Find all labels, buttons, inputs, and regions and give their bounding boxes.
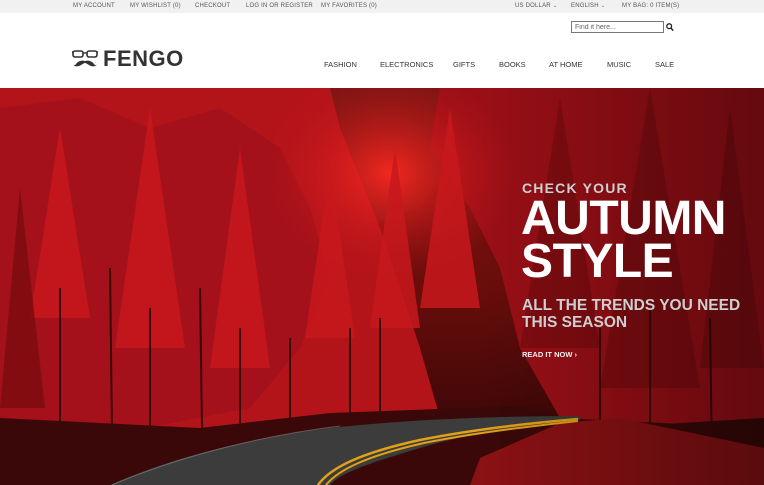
search-icon[interactable] [666,22,674,32]
nav-item-books[interactable]: BOOKS [499,60,526,69]
hero-banner[interactable]: CHECK YOUR AUTUMN STYLE ALL THE TRENDS Y… [0,88,764,485]
chevron-down-icon: ⌄ [552,3,558,9]
site-logo[interactable]: FENGO [72,46,184,71]
language-selector[interactable]: ENGLISH ⌄ [571,3,605,9]
nav-item-gifts[interactable]: GIFTS [453,60,475,69]
logo-text: FENGO [103,46,184,71]
login-register-link[interactable]: LOG IN OR REGISTER [246,3,313,9]
my-favorites-link[interactable]: MY FAVORITES (0) [321,3,377,9]
read-more-link[interactable]: READ IT NOW › [522,350,577,359]
chevron-right-icon: › [574,350,578,359]
search-input[interactable] [571,21,664,33]
nav-item-sale[interactable]: SALE [655,60,674,69]
currency-selector[interactable]: US DOLLAR ⌄ [515,3,557,9]
nav-item-electronics[interactable]: ELECTRONICS [380,60,433,69]
read-more-label: READ IT NOW [522,350,573,359]
site-header: FENGO FASHION ELECTRONICS GIFTS BOOKS AT… [0,13,764,88]
my-account-link[interactable]: MY ACCOUNT [73,3,115,9]
nav-item-at-home[interactable]: AT HOME [549,60,582,69]
my-wishlist-link[interactable]: MY WISHLIST (0) [130,3,181,9]
checkout-link[interactable]: CHECKOUT [195,3,230,9]
hero-subheadline: ALL THE TRENDS YOU NEED THIS SEASON [522,297,741,331]
nav-item-fashion[interactable]: FASHION [324,60,357,69]
top-utility-bar: MY ACCOUNT MY WISHLIST (0) CHECKOUT LOG … [0,0,764,13]
my-bag-link[interactable]: MY BAG: 0 ITEM(S) [622,3,679,9]
chevron-down-icon: ⌄ [600,3,606,9]
nav-item-music[interactable]: MUSIC [607,60,631,69]
language-label: ENGLISH [571,3,599,9]
glasses-mustache-icon [72,50,98,67]
hero-headline: AUTUMN STYLE [521,192,726,288]
currency-label: US DOLLAR [515,3,551,9]
